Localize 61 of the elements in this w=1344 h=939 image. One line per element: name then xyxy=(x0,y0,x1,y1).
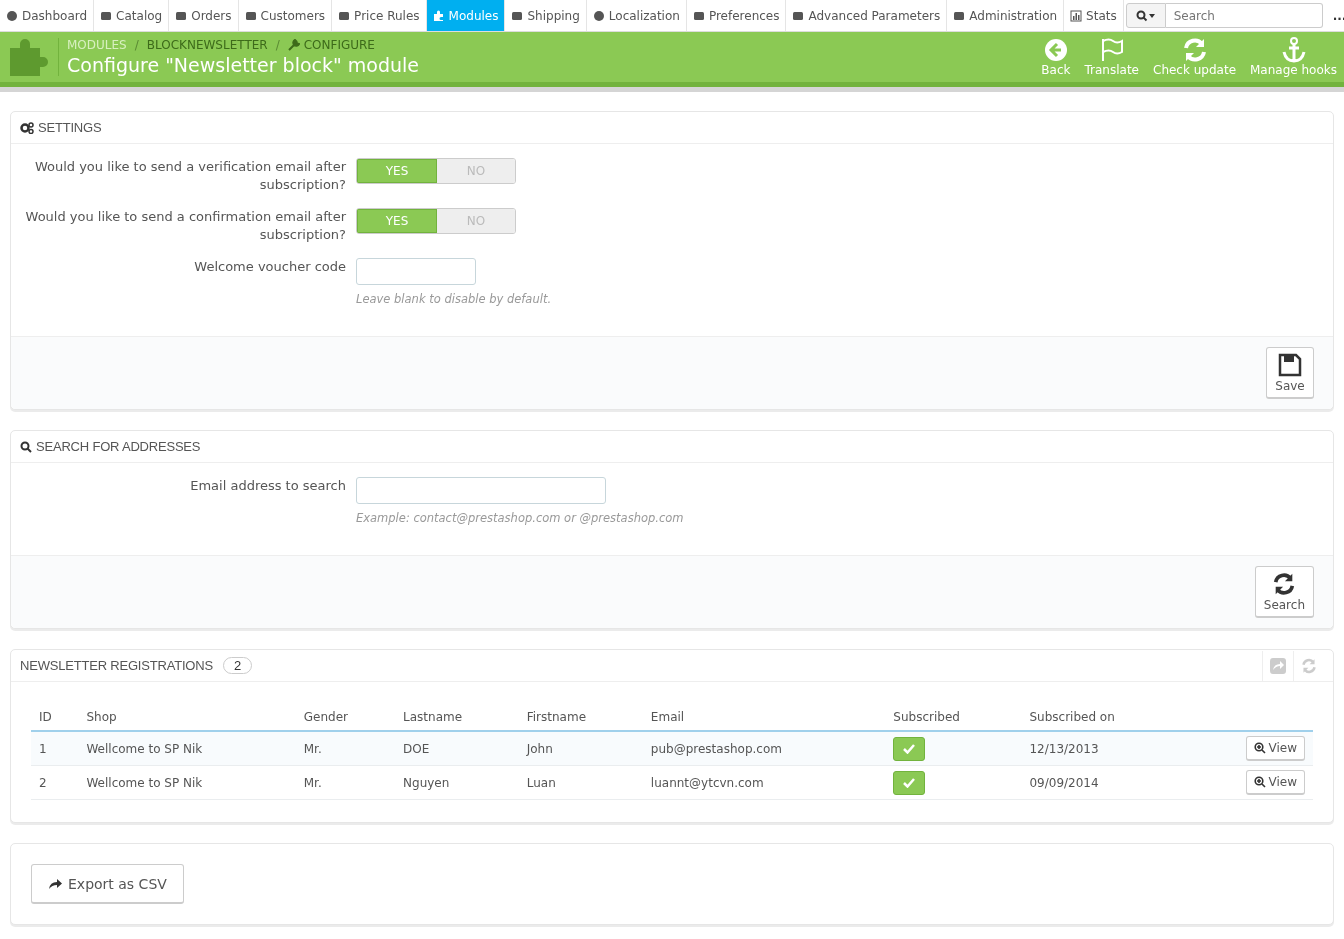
table-cell: 2 xyxy=(39,775,47,790)
table-cell: Luan xyxy=(526,775,556,790)
nav-tab[interactable]: Orders xyxy=(169,0,239,31)
nav-tab[interactable]: Advanced Parameters xyxy=(786,0,948,31)
table-cell: DOE xyxy=(403,741,430,756)
view-button[interactable]: View xyxy=(1245,736,1305,761)
nav-tab[interactable]: Catalog xyxy=(94,0,170,31)
table-cell: 09/09/2014 xyxy=(1029,775,1099,790)
text-field[interactable] xyxy=(356,477,606,504)
panel-title: NEWSLETTER REGISTRATIONS xyxy=(20,658,213,673)
anchor-icon xyxy=(1280,37,1307,63)
help-text: Example: contact@prestashop.com or @prestashop.com xyxy=(356,511,685,525)
panel-title: SETTINGS xyxy=(38,120,102,135)
refresh-icon xyxy=(1301,657,1317,674)
table-cell: 12/13/2013 xyxy=(1029,741,1099,756)
breadcrumb-separator: / xyxy=(134,38,139,52)
zoom-in-icon xyxy=(1253,776,1266,788)
puzzle-icon xyxy=(8,38,50,76)
table-cell: Nguyen xyxy=(403,775,450,790)
field-label: Would you like to send a verification email after subscription? xyxy=(33,158,346,194)
chart-icon xyxy=(1070,9,1083,22)
table-cell: Wellcome to SP Nik xyxy=(86,741,203,756)
table-cell: pub@prestashop.com xyxy=(650,741,782,756)
nav-tab[interactable]: Administration xyxy=(947,0,1065,31)
search-icon xyxy=(20,440,32,453)
search-field[interactable]: Search xyxy=(1165,3,1323,28)
search-icon xyxy=(1135,9,1156,22)
refresh-icon xyxy=(1272,571,1297,596)
table-cell: Mr. xyxy=(303,775,322,790)
panel-title: SEARCH FOR ADDRESSES xyxy=(36,439,201,454)
search-button[interactable]: Search xyxy=(1254,566,1314,618)
text-field[interactable] xyxy=(356,258,476,285)
breadcrumb-separator: / xyxy=(275,38,280,52)
zoom-in-icon xyxy=(1253,742,1266,754)
field-label: Email address to search xyxy=(189,477,346,495)
table-cell: John xyxy=(526,741,553,756)
page-title: Configure "Newsletter block" module xyxy=(67,54,419,76)
share-arrow-icon xyxy=(48,877,62,890)
check-icon xyxy=(903,743,916,754)
search-scope-button[interactable] xyxy=(1125,3,1166,28)
nav-tab[interactable]: Dashboard xyxy=(0,0,95,31)
table-cell: Wellcome to SP Nik xyxy=(86,775,203,790)
nav-tab[interactable]: Price Rules xyxy=(332,0,427,31)
nav-tab[interactable]: Localization xyxy=(586,0,687,31)
field-label: Would you like to send a confirmation email after subscription? xyxy=(24,208,346,244)
refresh-icon xyxy=(1181,37,1208,63)
nav-tab[interactable]: Preferences xyxy=(686,0,787,31)
nav-tab[interactable]: Customers xyxy=(238,0,333,31)
help-text: Leave blank to disable by default. xyxy=(356,292,553,306)
field-label: Welcome voucher code xyxy=(193,258,346,276)
check-icon xyxy=(903,777,916,788)
view-button[interactable]: View xyxy=(1245,770,1305,795)
nav-tab[interactable]: Shipping xyxy=(505,0,587,31)
puzzle-icon xyxy=(432,9,445,22)
nav-tab[interactable]: Stats xyxy=(1064,0,1124,31)
breadcrumb-current: CONFIGURE xyxy=(303,38,375,52)
save-button[interactable]: Save xyxy=(1266,347,1314,399)
table-cell: Mr. xyxy=(303,741,322,756)
export-csv-button[interactable]: Export as CSV xyxy=(31,864,184,904)
table-cell: luannt@ytcvn.com xyxy=(650,775,764,790)
table-cell: 1 xyxy=(39,741,47,756)
